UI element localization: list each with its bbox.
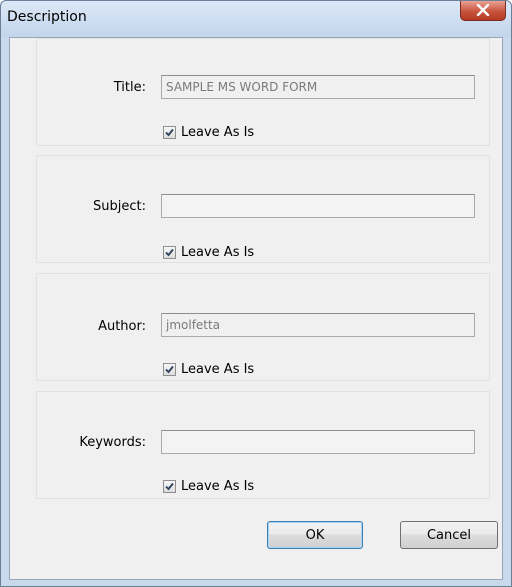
subject-checkbox-label: Leave As Is <box>181 244 255 260</box>
keywords-label: Keywords: <box>79 435 146 450</box>
title-bar[interactable]: Description <box>1 1 511 37</box>
title-input[interactable] <box>161 75 475 99</box>
subject-label: Subject: <box>93 199 146 214</box>
checkbox-checked-icon[interactable] <box>163 245 176 259</box>
checkbox-checked-icon[interactable] <box>163 479 176 493</box>
subject-input[interactable] <box>161 194 475 218</box>
checkbox-checked-icon[interactable] <box>163 125 176 139</box>
checkbox-checked-icon[interactable] <box>163 362 176 376</box>
author-label: Author: <box>98 319 146 334</box>
keywords-leave-as-is-checkbox[interactable]: Leave As Is <box>163 478 254 494</box>
author-input[interactable] <box>161 313 475 337</box>
cancel-button[interactable]: Cancel <box>400 521 498 549</box>
title-label: Title: <box>113 80 146 95</box>
subject-leave-as-is-checkbox[interactable]: Leave As Is <box>163 244 254 260</box>
window-title: Description <box>7 9 87 25</box>
title-checkbox-label: Leave As Is <box>181 124 255 140</box>
close-icon <box>476 4 490 16</box>
author-checkbox-label: Leave As Is <box>181 361 255 377</box>
keywords-input[interactable] <box>161 430 475 454</box>
ok-button[interactable]: OK <box>267 521 363 549</box>
title-leave-as-is-checkbox[interactable]: Leave As Is <box>163 124 254 140</box>
description-dialog: Description Title: Leave As Is Subject: … <box>0 0 512 587</box>
dialog-body: Title: Leave As Is Subject: Leave As Is … <box>9 37 503 580</box>
keywords-checkbox-label: Leave As Is <box>181 478 255 494</box>
author-leave-as-is-checkbox[interactable]: Leave As Is <box>163 361 254 377</box>
close-button[interactable] <box>460 1 506 21</box>
